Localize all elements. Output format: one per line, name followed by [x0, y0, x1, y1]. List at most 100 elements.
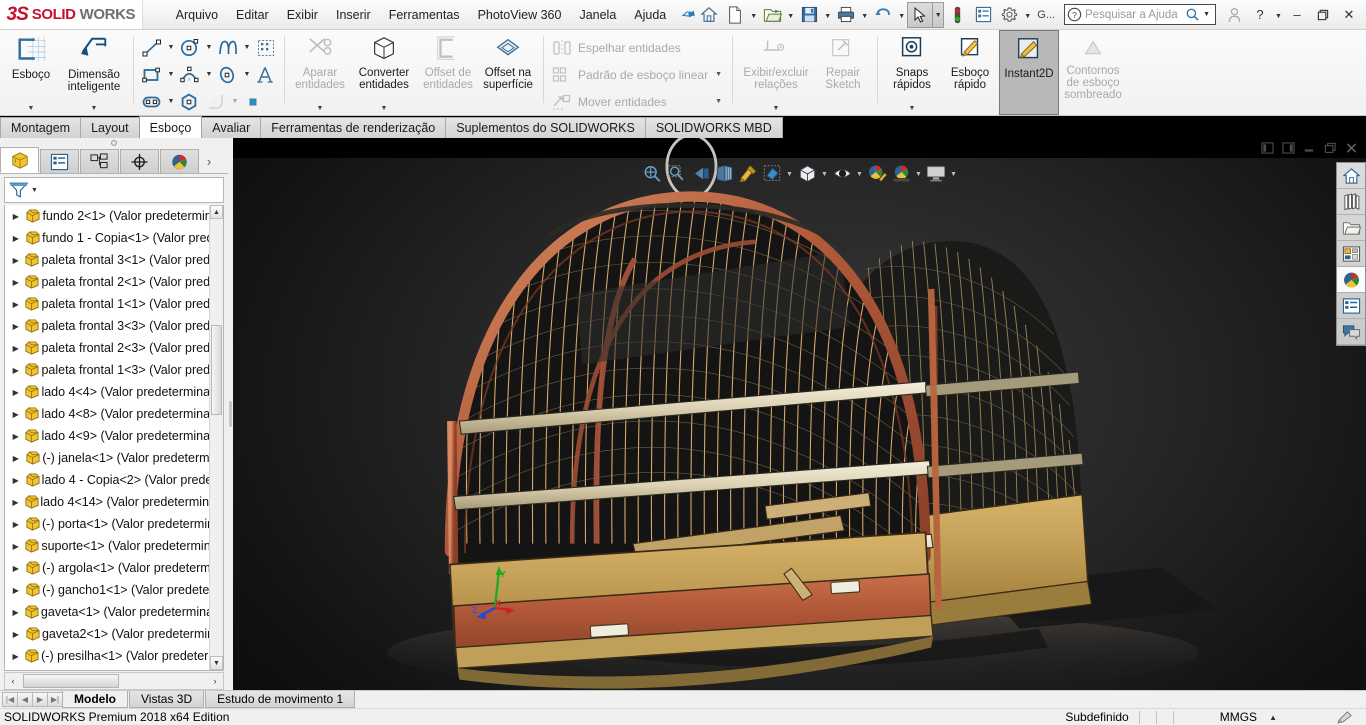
tab-esboco[interactable]: Esboço [138, 116, 203, 138]
task-pane-custom-properties[interactable] [1337, 293, 1365, 319]
window-restore-button[interactable] [1310, 2, 1336, 28]
tree-expand-icon[interactable]: ▶ [9, 454, 23, 463]
tree-scroll-up-button[interactable]: ▲ [210, 205, 223, 219]
undo-dropdown[interactable]: ▼ [896, 2, 907, 28]
converter-entidades-button[interactable]: Converter entidades ▼ [350, 30, 418, 115]
task-pane-appearances-scenes[interactable] [1337, 267, 1365, 293]
menu-ferramentas[interactable]: Ferramentas [380, 4, 469, 26]
graphics-viewport[interactable]: ▼ ▼ ▼ ▼ ▼ X Y Z [233, 138, 1366, 690]
nav-first[interactable]: |◀ [2, 692, 18, 707]
tree-item[interactable]: ▶ suporte<1> (Valor predetermina [5, 535, 209, 557]
espelhar-entidades-item[interactable]: Espelhar entidades [549, 34, 727, 61]
tree-expand-icon[interactable]: ▶ [9, 234, 23, 243]
gear-dropdown[interactable]: ▼ [1022, 2, 1033, 28]
tree-hscroll-right-button[interactable]: › [207, 673, 223, 689]
tree-vertical-scrollbar[interactable]: ▲ ▼ [209, 205, 223, 670]
tree-horizontal-scrollbar[interactable]: ‹ › [4, 672, 224, 690]
help-search-dropdown[interactable]: ▼ [1200, 11, 1213, 18]
select-dropdown[interactable]: ▼ [933, 1, 945, 28]
panel-tab-dimxpert-manager[interactable] [120, 149, 159, 173]
print-dropdown[interactable]: ▼ [859, 2, 870, 28]
nav-prev[interactable]: ◀ [17, 692, 33, 707]
offset-superficie-button[interactable]: Offset na superfície [478, 30, 538, 115]
help-menu-button[interactable]: ? [1247, 2, 1273, 28]
user-account-icon[interactable] [1221, 2, 1247, 28]
tree-item[interactable]: ▶ gaveta<1> (Valor predeterminad [5, 601, 209, 623]
tree-item[interactable]: ▶ paleta frontal 2<3> (Valor prede [5, 337, 209, 359]
offset-entidades-button[interactable]: Offset de entidades [418, 30, 478, 115]
tree-filter-dropdown[interactable]: ▼ [31, 187, 38, 194]
nav-next[interactable]: ▶ [32, 692, 48, 707]
hud-zoom-to-fit[interactable] [640, 161, 664, 185]
tree-expand-icon[interactable]: ▶ [9, 630, 23, 639]
polygon-tool[interactable] [177, 89, 203, 114]
hud-section-view[interactable] [712, 161, 736, 185]
bottom-tab-estudo-movimento-1[interactable]: Estudo de movimento 1 [205, 691, 356, 708]
sketch-pattern-tool[interactable] [253, 35, 279, 60]
new-document-icon[interactable] [722, 2, 748, 28]
hud-edit-appearance[interactable] [865, 161, 889, 185]
status-units[interactable]: MMGS [1174, 710, 1267, 724]
tree-item[interactable]: ▶ (-) gancho1<1> (Valor predeter [5, 579, 209, 601]
window-minimize-button[interactable]: – [1284, 2, 1310, 28]
rebuild-traffic-light-icon[interactable] [944, 2, 970, 28]
padrao-esboco-linear-item[interactable]: Padrão de esboço linear ▼ [549, 61, 727, 88]
tree-expand-icon[interactable]: ▶ [9, 652, 22, 661]
exibir-excluir-relacoes-dropdown[interactable]: ▼ [773, 105, 780, 115]
tree-item[interactable]: ▶ paleta frontal 3<3> (Valor prede [5, 315, 209, 337]
hud-viewport-display[interactable] [924, 161, 948, 185]
tree-item[interactable]: ▶ lado 4<14> (Valor predeterminad [5, 491, 209, 513]
tree-hscroll-thumb[interactable] [23, 674, 119, 688]
task-pane-forum[interactable] [1337, 319, 1365, 345]
sketch-text-tool[interactable] [253, 62, 279, 87]
tree-expand-icon[interactable]: ▶ [9, 322, 22, 331]
help-search-box[interactable]: ? Pesquisar a Ajuda ▼ [1064, 4, 1216, 25]
tab-suplementos-solidworks[interactable]: Suplementos do SOLIDWORKS [445, 117, 646, 138]
esboco-dropdown[interactable]: ▼ [28, 105, 35, 115]
open-dropdown[interactable]: ▼ [785, 2, 796, 28]
select-arrow-icon[interactable] [907, 1, 934, 28]
menu-ajuda[interactable]: Ajuda [625, 4, 675, 26]
hud-hide-show-items[interactable] [830, 161, 854, 185]
task-pane-view-palette[interactable] [1337, 241, 1365, 267]
nav-last[interactable]: ▶| [47, 692, 63, 707]
dimensao-inteligente-button[interactable]: Dimensão inteligente ▼ [60, 30, 128, 115]
tree-expand-icon[interactable]: ▶ [9, 608, 22, 617]
spline-tool[interactable] [215, 35, 241, 60]
circle-tool-dropdown[interactable]: ▼ [203, 35, 215, 60]
bottom-tab-modelo[interactable]: Modelo [62, 691, 128, 708]
ellipse-tool-dropdown[interactable]: ▼ [241, 62, 253, 87]
tree-expand-icon[interactable]: ▶ [9, 256, 22, 265]
slot-tool[interactable] [139, 89, 165, 114]
tree-item[interactable]: ▶ gaveta2<1> (Valor predetermin [5, 623, 209, 645]
esboco-rapido-button[interactable]: Esboço rápido [941, 30, 999, 115]
hud-view-settings-dropdown[interactable]: ▼ [784, 161, 795, 185]
gear-icon[interactable] [996, 2, 1022, 28]
contornos-esboco-sombreado-button[interactable]: Contornos de esboço sombreado [1059, 30, 1127, 115]
tree-item[interactable]: ▶ fundo 2<1> (Valor predetermin [5, 205, 209, 227]
hud-zoom-to-area[interactable] [664, 161, 688, 185]
esboco-button[interactable]: Esboço ▼ [2, 30, 60, 115]
save-icon[interactable] [796, 2, 822, 28]
task-pane-file-explorer[interactable] [1337, 215, 1365, 241]
menu-arquivo[interactable]: Arquivo [167, 4, 227, 26]
sketch-fillet-dropdown[interactable]: ▼ [229, 89, 241, 114]
tab-layout[interactable]: Layout [80, 117, 140, 138]
circle-tool[interactable] [177, 35, 203, 60]
save-dropdown[interactable]: ▼ [822, 2, 833, 28]
print-icon[interactable] [833, 2, 859, 28]
hud-hide-show-dropdown[interactable]: ▼ [854, 161, 865, 185]
panel-tab-configuration-manager[interactable] [80, 149, 119, 173]
tree-expand-icon[interactable]: ▶ [9, 498, 22, 507]
feature-tree[interactable]: ▶ fundo 2<1> (Valor predetermin ▶ fundo 1 -… [4, 205, 224, 671]
snaps-rapidos-button[interactable]: Snaps rápidos ▼ [883, 30, 941, 115]
panel-tabs-more-icon[interactable]: › [200, 149, 218, 173]
rectangle-tool-dropdown[interactable]: ▼ [165, 62, 177, 87]
undo-icon[interactable] [870, 2, 896, 28]
converter-entidades-dropdown[interactable]: ▼ [381, 105, 388, 115]
snaps-rapidos-dropdown[interactable]: ▼ [909, 105, 916, 115]
tree-scroll-down-button[interactable]: ▼ [210, 656, 223, 670]
tree-filter-box[interactable]: ▼ [4, 177, 224, 203]
padrao-esboco-linear-dropdown[interactable]: ▼ [715, 71, 727, 78]
exibir-excluir-relacoes-button[interactable]: Exibir/excluir relações ▼ [738, 30, 814, 115]
